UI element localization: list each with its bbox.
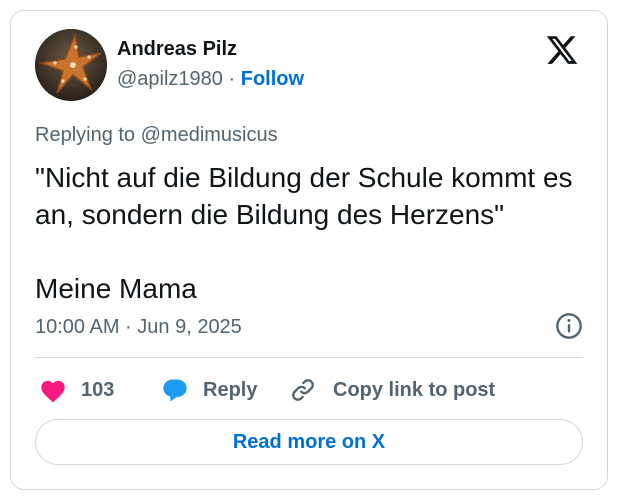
author-info: Andreas Pilz @apilz1980 · Follow	[117, 37, 304, 91]
copy-link-button[interactable]: Copy link to post	[289, 373, 495, 407]
author-handle[interactable]: @apilz1980	[117, 68, 223, 90]
reply-label: Reply	[203, 378, 258, 401]
follow-button[interactable]: Follow	[241, 68, 304, 90]
like-count: 103	[81, 378, 115, 401]
copy-link-label: Copy link to post	[333, 378, 496, 401]
author-avatar[interactable]	[35, 29, 107, 101]
heart-icon	[41, 380, 65, 403]
separator-dot: ·	[228, 68, 236, 90]
post-actions: 103 Reply Copy link to post	[35, 373, 583, 407]
post-header: Andreas Pilz @apilz1980 · Follow	[35, 29, 583, 103]
divider	[35, 357, 583, 358]
starfish-avatar-icon	[35, 29, 107, 101]
info-icon[interactable]	[555, 312, 583, 340]
x-logo-icon[interactable]	[545, 33, 579, 67]
post-timestamp[interactable]: 10:00 AM · Jun 9, 2025	[35, 315, 242, 339]
author-display-name[interactable]: Andreas Pilz	[117, 37, 304, 61]
reply-bubble-icon	[163, 379, 187, 402]
link-icon	[292, 379, 314, 401]
read-more-button[interactable]: Read more on X	[35, 419, 583, 465]
reply-button[interactable]: Reply	[161, 373, 257, 407]
embedded-post-card: Andreas Pilz @apilz1980 · Follow Replyin…	[10, 10, 608, 490]
like-button[interactable]: 103	[39, 373, 114, 407]
replying-to-text[interactable]: Replying to @medimusicus	[35, 123, 278, 147]
author-handle-line: @apilz1980 · Follow	[117, 67, 304, 91]
post-text: "Nicht auf die Bildung der Schule kommt …	[35, 162, 573, 304]
